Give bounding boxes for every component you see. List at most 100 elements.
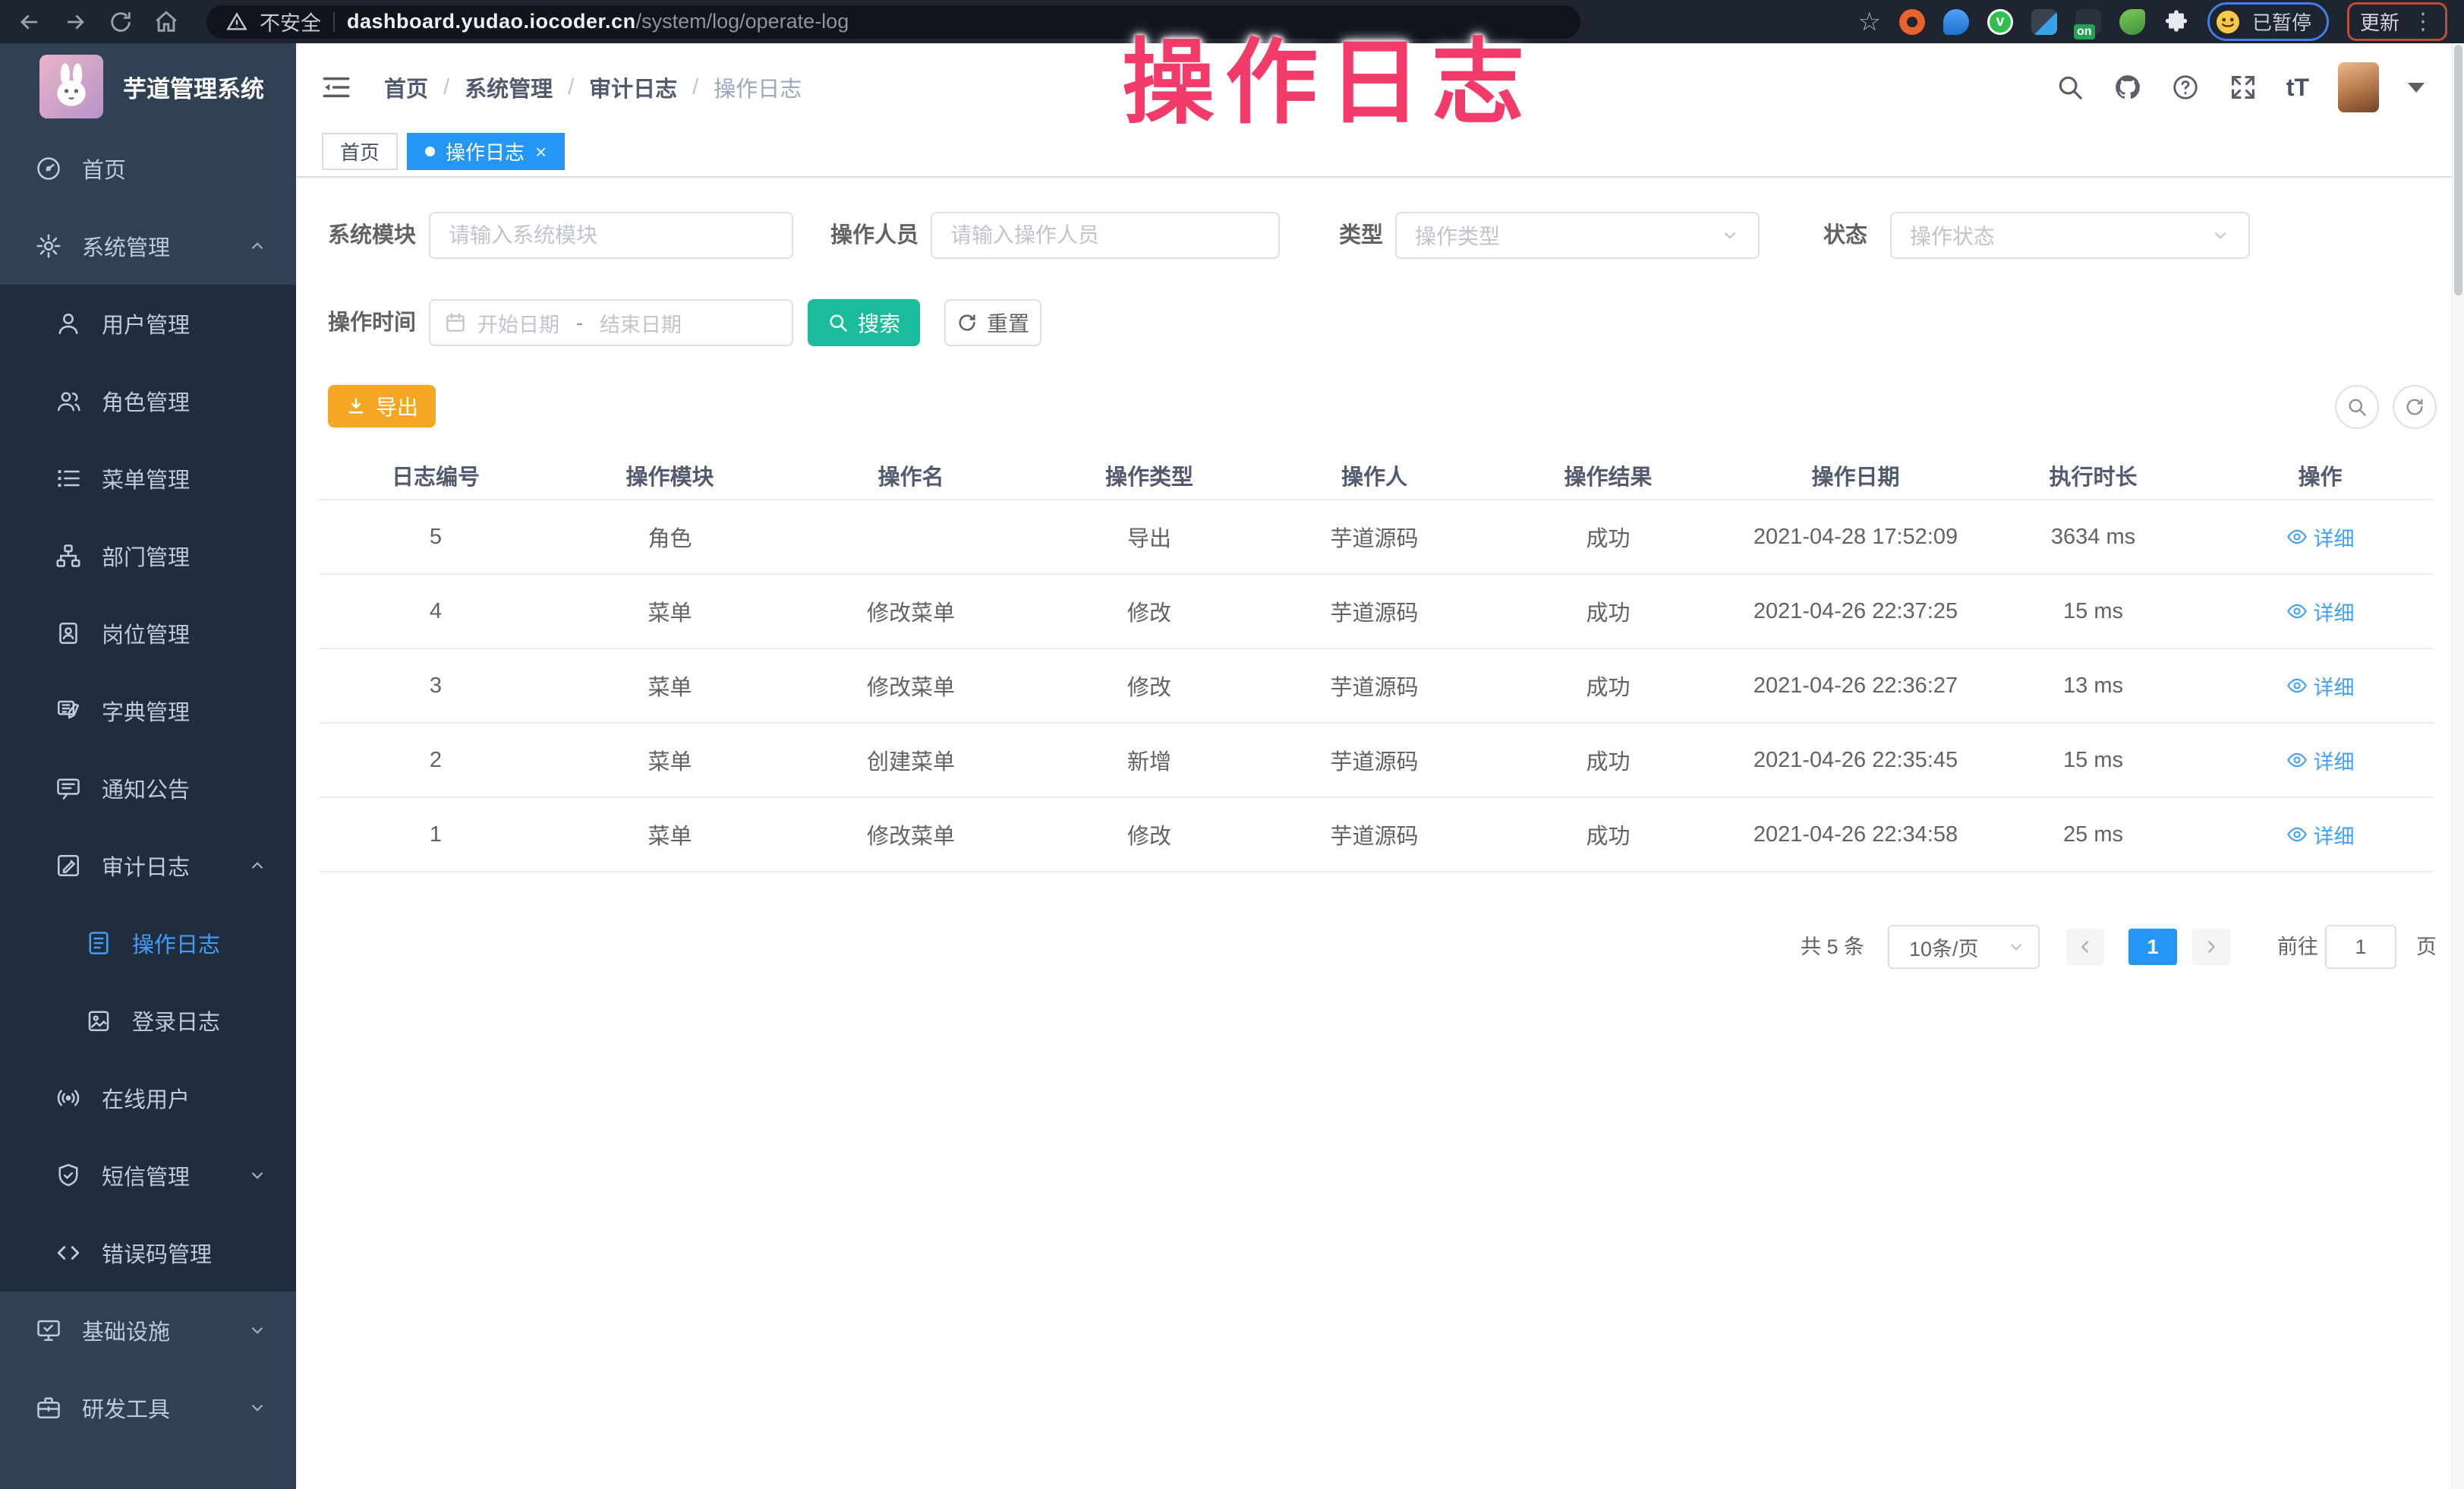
gear-icon bbox=[35, 232, 62, 260]
browser-menu-icon[interactable]: ⋮ bbox=[2412, 8, 2434, 35]
table-header-row: 日志编号 操作模块 操作名 操作类型 操作人 操作结果 操作日期 执行时长 操作 bbox=[319, 452, 2434, 500]
operator-input[interactable] bbox=[931, 212, 1280, 259]
back-icon[interactable] bbox=[17, 9, 43, 35]
home-icon[interactable] bbox=[153, 9, 179, 35]
sidebar-item-label: 基础设施 bbox=[82, 1314, 170, 1346]
extensions-puzzle-icon[interactable] bbox=[2163, 9, 2189, 35]
sidebar-item-error-code[interactable]: 错误码管理 bbox=[0, 1214, 296, 1292]
font-size-icon[interactable]: tT bbox=[2286, 74, 2309, 102]
refresh-table-circle-button[interactable] bbox=[2393, 385, 2437, 429]
prev-page-button[interactable] bbox=[2066, 929, 2104, 965]
help-icon[interactable] bbox=[2171, 73, 2200, 102]
sidebar-item-dict-management[interactable]: 字典管理 bbox=[0, 672, 296, 749]
update-label: 更新 bbox=[2360, 8, 2399, 36]
table-row: 2 菜单 创建菜单 新增 芋道源码 成功 2021-04-26 22:35:45… bbox=[319, 724, 2434, 798]
goto-page-input[interactable] bbox=[2325, 925, 2396, 969]
reload-icon[interactable] bbox=[108, 9, 134, 35]
type-select[interactable]: 操作类型 bbox=[1395, 212, 1760, 259]
dictionary-icon bbox=[55, 697, 82, 724]
extension-icon-orange[interactable] bbox=[1899, 9, 1925, 35]
sidebar-item-post-management[interactable]: 岗位管理 bbox=[0, 595, 296, 672]
sidebar-item-operate-log[interactable]: 操作日志 bbox=[0, 904, 296, 982]
detail-link[interactable]: 详细 bbox=[2286, 820, 2355, 850]
github-icon[interactable] bbox=[2113, 73, 2142, 102]
monitor-icon bbox=[35, 1317, 62, 1344]
goto-label: 前往 bbox=[2277, 925, 2318, 969]
cell-date: 2021-04-26 22:37:25 bbox=[1731, 575, 1980, 648]
extension-icon-leaf[interactable] bbox=[2119, 9, 2145, 35]
sidebar-item-label: 错误码管理 bbox=[102, 1237, 212, 1269]
export-button[interactable]: 导出 bbox=[328, 385, 436, 427]
tab-home[interactable]: 首页 bbox=[322, 133, 398, 170]
user-menu-caret-icon[interactable] bbox=[2408, 83, 2425, 93]
sidebar-item-dev-tools[interactable]: 研发工具 bbox=[0, 1369, 296, 1446]
cell-name: 修改菜单 bbox=[787, 575, 1035, 648]
cell-type: 新增 bbox=[1035, 724, 1264, 797]
sidebar-item-sms-management[interactable]: 短信管理 bbox=[0, 1137, 296, 1214]
extension-icon-gem[interactable] bbox=[2031, 9, 2057, 35]
breadcrumb-home[interactable]: 首页 bbox=[384, 71, 428, 103]
refresh-icon bbox=[956, 312, 978, 333]
fullscreen-icon[interactable] bbox=[2229, 73, 2258, 102]
cell-name: 修改菜单 bbox=[787, 649, 1035, 722]
tab-operate-log[interactable]: 操作日志 × bbox=[407, 133, 565, 170]
search-button[interactable]: 搜索 bbox=[808, 299, 920, 346]
detail-link[interactable]: 详细 bbox=[2286, 597, 2355, 626]
calendar-icon bbox=[444, 311, 467, 334]
reset-button[interactable]: 重置 bbox=[944, 299, 1041, 346]
sidebar-item-system-management[interactable]: 系统管理 bbox=[0, 207, 296, 285]
detail-link[interactable]: 详细 bbox=[2286, 671, 2355, 701]
cell-result: 成功 bbox=[1485, 649, 1731, 722]
sidebar-item-infrastructure[interactable]: 基础设施 bbox=[0, 1292, 296, 1369]
sidebar-item-user-management[interactable]: 用户管理 bbox=[0, 285, 296, 362]
tab-close-icon[interactable]: × bbox=[535, 142, 547, 162]
sidebar-logo-row[interactable]: 芋道管理系统 bbox=[0, 43, 296, 130]
message-icon bbox=[55, 774, 82, 802]
extension-icon-green-v[interactable]: v bbox=[1987, 9, 2013, 35]
date-range-picker[interactable]: 开始日期 - 结束日期 bbox=[429, 299, 793, 346]
tab-label: 操作日志 bbox=[446, 137, 525, 166]
edit-square-icon bbox=[55, 852, 82, 879]
detail-link[interactable]: 详细 bbox=[2286, 746, 2355, 775]
breadcrumb-audit[interactable]: 审计日志 bbox=[589, 71, 677, 103]
sidebar-item-role-management[interactable]: 角色管理 bbox=[0, 362, 296, 440]
page-number-1[interactable]: 1 bbox=[2128, 929, 2177, 965]
module-input[interactable] bbox=[429, 212, 793, 259]
user-avatar[interactable] bbox=[2338, 62, 2379, 112]
table-row: 5 角色 导出 芋道源码 成功 2021-04-28 17:52:09 3634… bbox=[319, 500, 2434, 575]
chevron-down-icon bbox=[247, 1320, 267, 1340]
sidebar-item-home[interactable]: 首页 bbox=[0, 130, 296, 207]
status-select[interactable]: 操作状态 bbox=[1890, 212, 2250, 259]
col-header: 操作日期 bbox=[1731, 452, 1980, 499]
sidebar-item-dept-management[interactable]: 部门管理 bbox=[0, 517, 296, 595]
extension-icon-pin[interactable] bbox=[1943, 9, 1969, 35]
bookmark-star-icon[interactable]: ☆ bbox=[1857, 9, 1880, 35]
search-icon[interactable] bbox=[2056, 73, 2084, 102]
sidebar-item-label: 用户管理 bbox=[102, 308, 190, 339]
shield-check-icon bbox=[55, 1162, 82, 1189]
detail-link[interactable]: 详细 bbox=[2286, 522, 2355, 552]
user-icon bbox=[55, 310, 82, 337]
forward-icon[interactable] bbox=[62, 9, 88, 35]
sidebar-fold-icon[interactable] bbox=[320, 71, 352, 103]
sidebar-item-login-log[interactable]: 登录日志 bbox=[0, 982, 296, 1059]
cell-duration: 15 ms bbox=[1980, 724, 2207, 797]
breadcrumb-system[interactable]: 系统管理 bbox=[465, 71, 553, 103]
sidebar-item-audit-log[interactable]: 审计日志 bbox=[0, 827, 296, 904]
cell-name bbox=[787, 500, 1035, 573]
sidebar-item-menu-management[interactable]: 菜单管理 bbox=[0, 440, 296, 517]
code-icon bbox=[55, 1239, 82, 1267]
scrollbar-thumb[interactable] bbox=[2454, 45, 2462, 295]
toggle-search-circle-button[interactable] bbox=[2335, 385, 2379, 429]
page-size-select[interactable]: 10条/页 bbox=[1888, 925, 2040, 969]
profile-paused-pill[interactable]: 已暂停 bbox=[2207, 2, 2329, 41]
cell-type: 修改 bbox=[1035, 575, 1264, 648]
next-page-button[interactable] bbox=[2192, 929, 2230, 965]
chevron-down-icon bbox=[2210, 226, 2230, 245]
sidebar-item-notice[interactable]: 通知公告 bbox=[0, 749, 296, 827]
browser-update-button[interactable]: 更新 ⋮ bbox=[2347, 2, 2447, 41]
sidebar-item-online-users[interactable]: 在线用户 bbox=[0, 1059, 296, 1137]
cell-module: 菜单 bbox=[553, 649, 787, 722]
extension-icon-switch[interactable]: on bbox=[2075, 9, 2101, 35]
page-scrollbar[interactable] bbox=[2452, 43, 2464, 1489]
